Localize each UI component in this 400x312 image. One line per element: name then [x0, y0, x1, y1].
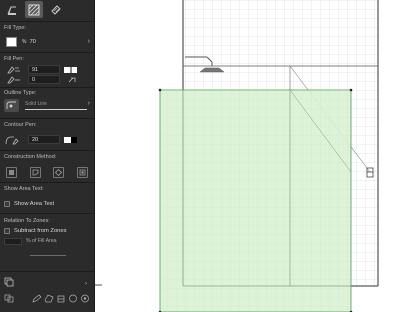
fill-type-value[interactable]: 70: [29, 39, 35, 45]
construction-rotated-icon: [55, 168, 63, 176]
outline-type-button[interactable]: [4, 99, 19, 112]
construction-method-row: [6, 166, 88, 178]
show-area-text-row[interactable]: Show Area Text: [4, 200, 54, 208]
divider: [0, 87, 95, 88]
fill-pen-row-1[interactable]: 91: [7, 65, 77, 74]
construction-rect-icon: [9, 169, 14, 175]
fill-type-row[interactable]: % 70 ›: [6, 36, 92, 47]
outline-type-icon: [6, 101, 16, 109]
line-type-name: Solid Line: [25, 101, 47, 107]
divider: [0, 271, 95, 272]
bottom-tool-row: [4, 293, 90, 303]
chevron-right-icon[interactable]: ›: [88, 100, 90, 107]
selected-fill[interactable]: [159, 89, 352, 312]
line-type-preview: [25, 109, 87, 110]
divider: [0, 21, 95, 22]
fill-area-percent-label: % of Fill Area: [26, 238, 57, 244]
outline-type-row[interactable]: Solid Line ›: [4, 99, 92, 112]
construction-custom-button[interactable]: [76, 166, 88, 178]
construction-polygon-button[interactable]: [29, 166, 41, 178]
contour-pen-icon: [5, 136, 19, 145]
chevron-right-icon[interactable]: ›: [85, 281, 87, 287]
show-area-text-title: Show Area Text:: [4, 186, 44, 192]
divider: [0, 213, 95, 214]
subtract-from-zones-checkbox[interactable]: [4, 228, 10, 234]
color-swatch-icon[interactable]: [64, 136, 77, 143]
fill-area-percent-row[interactable]: % of Fill Area: [4, 237, 57, 245]
polygon-icon[interactable]: [44, 294, 54, 303]
fill-area-tool-button[interactable]: [25, 1, 43, 18]
pen-edit-icon[interactable]: [32, 294, 42, 303]
fill-background-pen-input[interactable]: 0: [28, 75, 60, 84]
pen-background-icon: [7, 76, 20, 84]
circle-icon[interactable]: [68, 294, 78, 303]
fill-settings-panel: Fill Type: % 70 › Fill Pen: 91 0 Outline…: [0, 0, 95, 312]
shape-icon[interactable]: [56, 294, 66, 303]
fill-pen-row-2[interactable]: 0: [7, 75, 77, 84]
relation-to-zones-title: Relation To Zones:: [4, 218, 50, 224]
settings-icon[interactable]: [80, 294, 90, 303]
subtract-from-zones-label: Subtract from Zones: [14, 228, 67, 234]
subtract-from-zones-row[interactable]: Subtract from Zones: [4, 227, 67, 235]
floor-plan-drawing[interactable]: [95, 0, 400, 312]
panel-resize-handle[interactable]: [30, 255, 66, 256]
bottom-layer-button[interactable]: [4, 277, 14, 287]
bottom-layer-icon: [4, 277, 14, 287]
fill-type-tool-button[interactable]: [3, 1, 21, 18]
pen-icon: [7, 66, 20, 74]
divider: [0, 52, 95, 53]
divider: [0, 150, 95, 151]
fill-percent-symbol: %: [22, 38, 27, 45]
fill-pen-input[interactable]: 91: [28, 65, 60, 74]
divider: [0, 182, 95, 183]
selection-handle[interactable]: [158, 88, 162, 92]
construction-rect-button[interactable]: [6, 166, 17, 178]
app-window: Fill Type: % 70 › Fill Pen: 91 0 Outline…: [0, 0, 400, 312]
contour-pen-title: Contour Pen:: [4, 122, 37, 128]
fill-type-title: Fill Type:: [4, 25, 26, 31]
layer-stack-icon[interactable]: [4, 294, 14, 303]
construction-polygon-icon: [32, 169, 39, 175]
outline-type-title: Outline Type:: [4, 90, 37, 96]
show-area-text-label: Show Area Text: [14, 201, 55, 207]
drawing-canvas[interactable]: [95, 0, 400, 312]
construction-method-title: Construction Method:: [4, 154, 57, 160]
link-icon[interactable]: [67, 76, 77, 84]
fill-area-percent-input[interactable]: [4, 237, 22, 245]
fill-type-swatch[interactable]: [6, 36, 17, 47]
fill-type-tool-icon: [7, 6, 16, 15]
fill-eyedropper-icon: [50, 5, 61, 15]
selection-handle[interactable]: [349, 88, 353, 92]
fill-pen-title: Fill Pen:: [4, 56, 24, 62]
construction-rotated-button[interactable]: [53, 166, 65, 178]
divider: [0, 118, 95, 119]
contour-pen-input[interactable]: 20: [28, 135, 60, 144]
chevron-right-icon[interactable]: ›: [88, 38, 90, 45]
fill-eyedropper-button[interactable]: [47, 1, 65, 18]
color-swatch-icon[interactable]: [64, 66, 77, 73]
show-area-text-checkbox[interactable]: [4, 201, 10, 207]
fill-area-tool-icon: [28, 4, 40, 15]
construction-custom-icon: [79, 169, 86, 175]
contour-pen-row[interactable]: 20: [5, 135, 77, 145]
line-type-selector[interactable]: Solid Line: [25, 101, 92, 110]
